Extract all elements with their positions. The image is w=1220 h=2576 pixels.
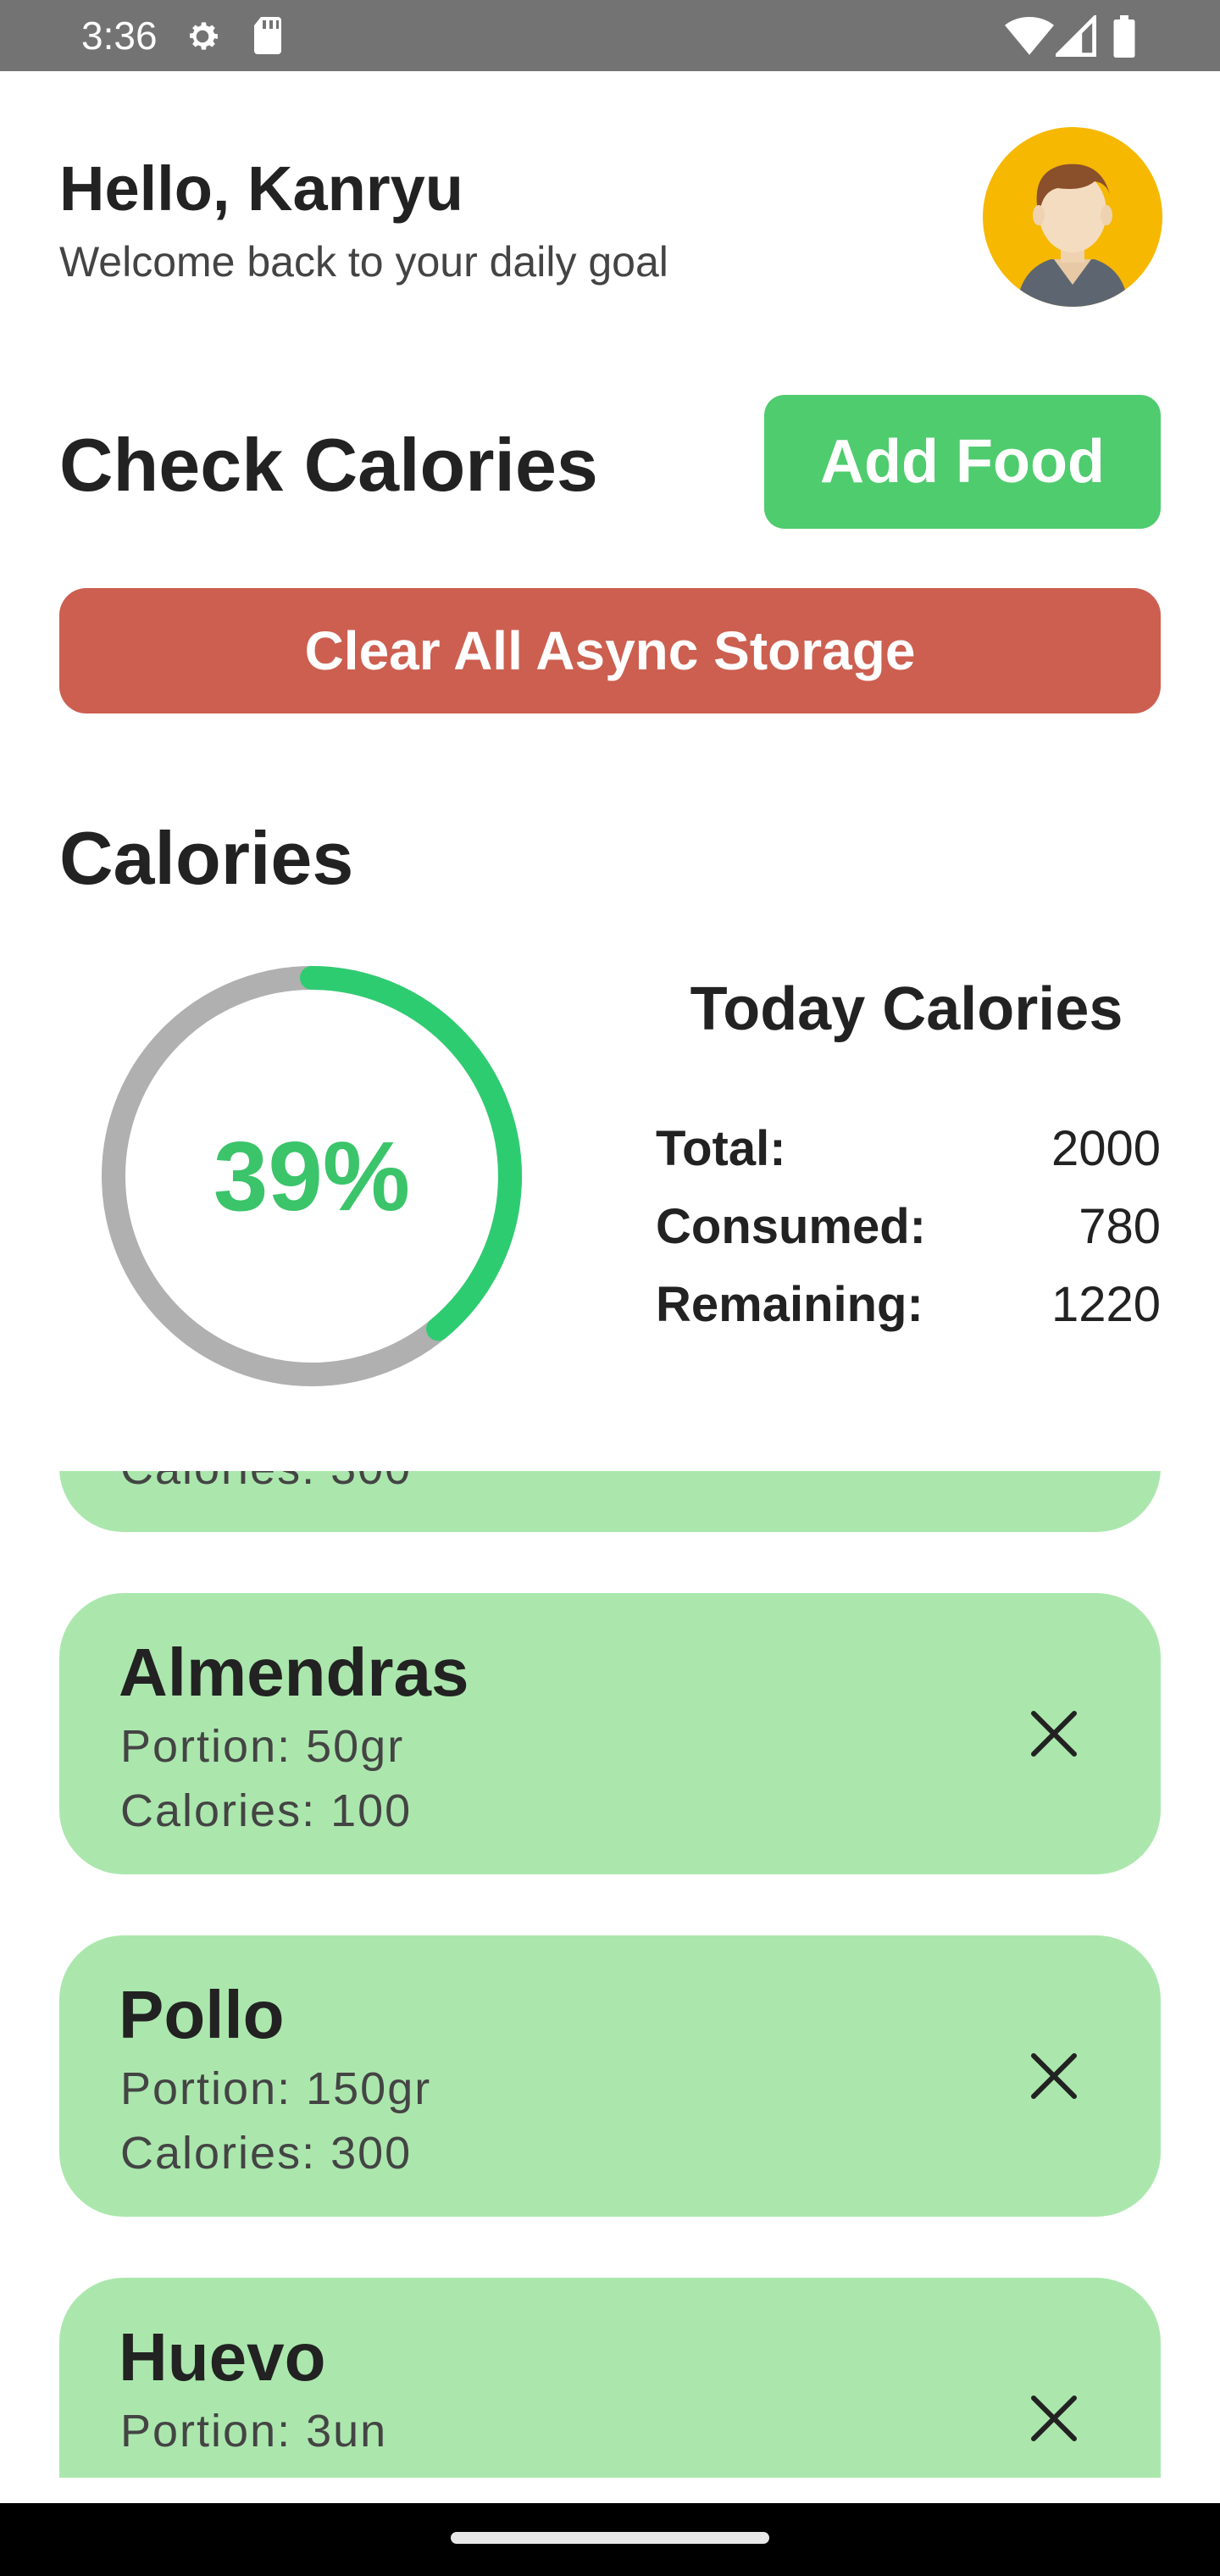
status-bar: 3:36 — [0, 0, 1220, 71]
stat-value: 780 — [1079, 1199, 1161, 1254]
close-icon — [1031, 2053, 1077, 2099]
delete-food-button[interactable] — [1013, 2378, 1095, 2459]
settings-icon — [181, 15, 224, 62]
progress-percent: 39% — [213, 1121, 411, 1231]
food-name: Pollo — [119, 1977, 285, 2052]
clear-storage-button[interactable]: Clear All Async Storage — [59, 588, 1161, 713]
food-calories: Calories: 100 — [120, 1785, 413, 1836]
delete-food-button[interactable] — [1013, 1693, 1095, 1774]
calories-title: Calories — [59, 816, 354, 900]
user-avatar[interactable] — [983, 127, 1162, 307]
food-card: Huevo Portion: 3un — [59, 2278, 1161, 2478]
close-icon — [1031, 1711, 1077, 1757]
status-time: 3:36 — [81, 14, 158, 58]
food-list[interactable]: Calories: 300 Almendras Portion: 50gr Ca… — [0, 1471, 1220, 2478]
food-card: Pollo Portion: 150gr Calories: 300 — [59, 1935, 1161, 2217]
food-card: Almendras Portion: 50gr Calories: 100 — [59, 1593, 1161, 1874]
food-portion: Portion: 3un — [120, 2406, 388, 2457]
stat-label: Consumed: — [656, 1199, 926, 1254]
signal-icon — [1052, 13, 1096, 62]
food-calories: Calories: 300 — [120, 2128, 413, 2179]
delete-food-button[interactable] — [1013, 2035, 1095, 2117]
stat-label: Total: — [656, 1121, 786, 1176]
food-portion: Portion: 50gr — [120, 1721, 405, 1772]
add-food-button[interactable]: Add Food — [764, 395, 1161, 529]
navigation-bar — [0, 2503, 1220, 2576]
sd-card-icon — [249, 15, 286, 60]
today-calories-title: Today Calories — [690, 975, 1123, 1043]
food-name: Huevo — [119, 2319, 326, 2395]
stat-label: Remaining: — [656, 1277, 923, 1332]
close-icon — [1031, 2396, 1077, 2441]
stat-value: 2000 — [1051, 1121, 1161, 1176]
welcome-subtitle: Welcome back to your daily goal — [59, 238, 668, 286]
food-portion: Portion: 150gr — [120, 2063, 432, 2114]
wifi-icon — [1005, 15, 1054, 62]
check-calories-title: Check Calories — [59, 423, 598, 507]
greeting: Hello, Kanryu — [59, 153, 463, 224]
food-name: Almendras — [119, 1635, 469, 1710]
home-gesture-handle[interactable] — [451, 2532, 769, 2544]
stat-consumed: Consumed: 780 — [656, 1198, 1161, 1266]
stat-remaining: Remaining: 1220 — [656, 1276, 1161, 1344]
stat-value: 1220 — [1051, 1277, 1161, 1332]
battery-icon — [1112, 15, 1137, 62]
food-card: Calories: 300 — [59, 1471, 1161, 1532]
stat-total: Total: 2000 — [656, 1120, 1161, 1188]
food-calories: Calories: 300 — [120, 1471, 412, 1495]
